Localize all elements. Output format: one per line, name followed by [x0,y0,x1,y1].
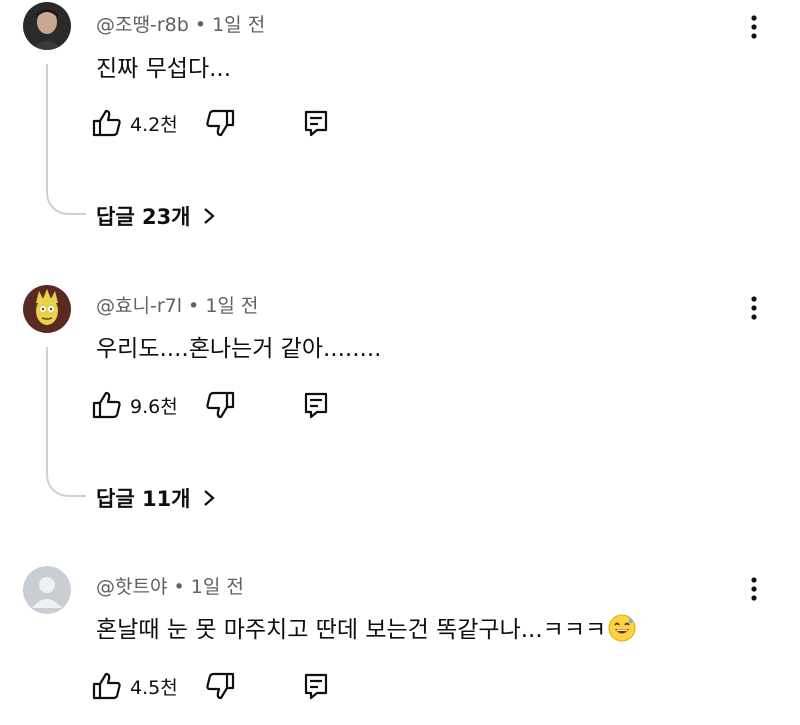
comment-text: 우리도....혼나는거 같아........ [96,336,382,362]
comment-meta: @조땡-r8b • 1일 전 [96,10,265,37]
replies-link[interactable]: 답글 23개 [96,201,215,231]
meta-separator: • [194,14,207,36]
more-options-button[interactable] [736,571,772,607]
avatar[interactable] [23,566,71,614]
more-options-button[interactable] [736,290,772,326]
author-name[interactable]: @핫트야 [96,576,167,598]
thumbs-down-icon [206,672,235,700]
reply-button[interactable] [300,387,332,423]
replies-link[interactable]: 답글 11개 [96,483,215,513]
thread-line [46,347,86,497]
chevron-right-icon [203,207,215,225]
reply-comment-icon [304,392,328,419]
thumbs-down-icon [206,109,235,137]
comment-actions: 4.2천 [92,105,352,141]
thread-line [46,64,86,215]
dislike-button[interactable] [204,105,236,141]
timestamp[interactable]: 1일 전 [191,576,244,598]
comment-actions: 9.6천 [92,387,352,423]
thumbs-up-icon [92,672,121,700]
timestamp[interactable]: 1일 전 [205,295,258,317]
reply-button[interactable] [300,668,332,704]
more-vertical-icon [751,15,757,39]
chevron-right-icon [203,489,215,507]
like-count: 9.6천 [130,395,178,418]
like-button[interactable]: 9.6천 [92,387,178,423]
like-count: 4.2천 [130,113,178,136]
grinning-sweat-emoji [608,614,636,642]
meta-separator: • [173,576,185,598]
like-button[interactable]: 4.5천 [92,668,178,704]
comment-actions: 4.5천 [92,668,352,704]
author-name[interactable]: @효니-r7l [96,295,182,317]
author-name[interactable]: @조땡-r8b [96,14,189,36]
comment-meta: @핫트야 • 1일 전 [96,572,244,599]
thumbs-up-icon [92,109,121,137]
reply-button[interactable] [300,105,332,141]
thumbs-up-icon [92,391,121,419]
replies-count-label: 답글 11개 [96,487,191,511]
comment-meta: @효니-r7l • 1일 전 [96,291,258,318]
more-vertical-icon [751,577,757,601]
dislike-button[interactable] [204,387,236,423]
timestamp[interactable]: 1일 전 [212,14,265,36]
avatar[interactable] [23,285,71,333]
default-avatar-icon [23,566,71,614]
reply-comment-icon [304,673,328,700]
reply-comment-icon [304,110,328,137]
replies-count-label: 답글 23개 [96,205,191,229]
thumbs-down-icon [206,391,235,419]
more-vertical-icon [751,296,757,320]
comment-text: 진짜 무섭다... [96,56,232,82]
like-button[interactable]: 4.2천 [92,105,178,141]
dislike-button[interactable] [204,668,236,704]
meta-separator: • [188,295,200,317]
comment-text-content: 혼날때 눈 못 마주치고 딴데 보는건 똑같구나...ㅋㅋㅋ [96,617,607,643]
more-options-button[interactable] [736,9,772,45]
avatar[interactable] [23,2,71,50]
like-count: 4.5천 [130,676,178,699]
comment-text: 혼날때 눈 못 마주치고 딴데 보는건 똑같구나...ㅋㅋㅋ [96,610,636,644]
